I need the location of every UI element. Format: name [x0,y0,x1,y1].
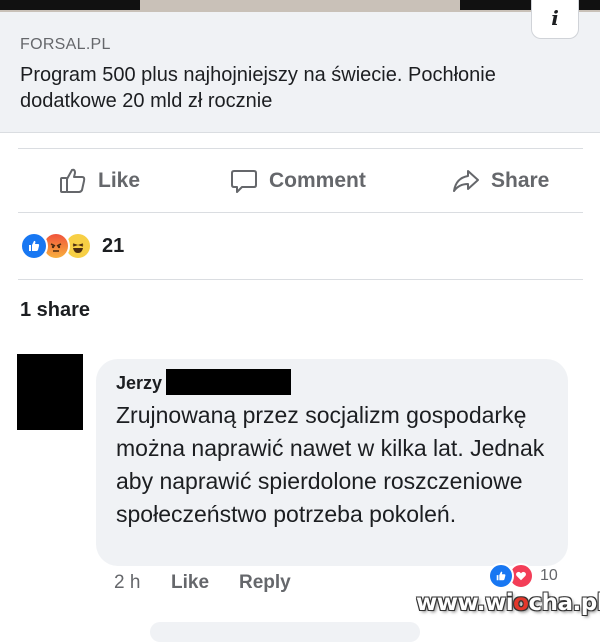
image-dark-area-left [0,0,140,10]
like-button[interactable]: Like [58,166,140,196]
reaction-count: 21 [102,234,125,257]
redacted-name-bar [166,369,291,395]
divider [18,279,583,280]
thumbs-up-icon [58,166,88,196]
post-image-strip[interactable] [0,0,600,12]
like-label: Like [98,169,141,192]
divider [18,148,583,149]
share-button[interactable]: Share [451,166,549,196]
watermark-suffix: cha.pl [528,590,600,616]
like-reaction-icon [20,232,48,260]
watermark-highlight: o [513,590,529,616]
shares-count[interactable]: 1 share [20,299,90,322]
reactions-summary[interactable]: 21 [20,232,124,260]
share-label: Share [491,169,550,192]
like-reaction-icon [488,563,514,589]
comment-reply-button[interactable]: Reply [239,572,291,594]
link-domain: FORSAL.PL [20,36,111,53]
next-comment-bubble [150,622,420,642]
divider [18,212,583,213]
comment-reactions[interactable]: 10 [488,563,558,589]
comment-label: Comment [269,169,366,192]
comment-bubble: Jerzy Zrujnowaną przez socjalizm gospoda… [96,359,568,566]
comment-like-button[interactable]: Like [171,572,209,594]
link-preview-card[interactable]: FORSAL.PL Program 500 plus najhojniejszy… [0,12,600,133]
avatar[interactable] [17,354,83,430]
comment-icon [229,166,259,196]
comment-timestamp[interactable]: 2 h [114,572,140,594]
share-arrow-icon [451,166,481,196]
info-icon[interactable]: i [531,0,579,39]
comment-reaction-count: 10 [540,567,558,584]
comment-button[interactable]: Comment [229,166,366,196]
watermark-prefix: www.wi [416,590,514,616]
comment-text: Zrujnowaną przez socjalizm gospodarkę mo… [116,402,545,527]
image-dark-area-right [460,0,600,10]
comment-author[interactable]: Jerzy [116,373,162,394]
watermark: www.wiocha.pl [416,590,600,616]
link-title[interactable]: Program 500 plus najhojniejszy na świeci… [20,62,560,114]
